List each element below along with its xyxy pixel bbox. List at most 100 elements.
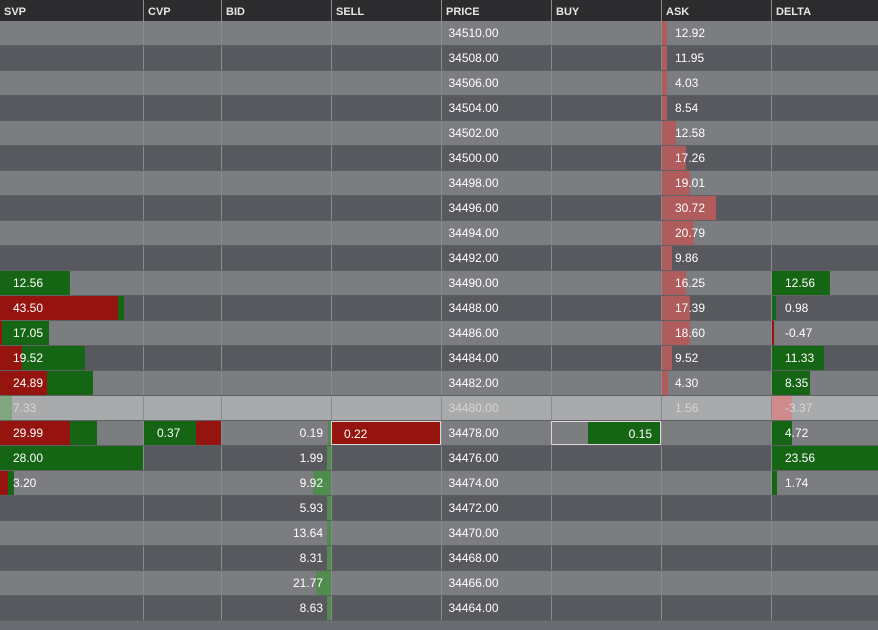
svp-cell[interactable]: 3.20 (0, 471, 143, 495)
cvp-cell[interactable] (143, 471, 221, 495)
ladder-row[interactable]: 34494.00 20.79 (0, 221, 878, 246)
sell-cell[interactable] (331, 96, 441, 120)
sell-cell[interactable] (331, 146, 441, 170)
ask-cell[interactable]: 4.03 (661, 71, 771, 95)
svp-cell[interactable] (0, 221, 143, 245)
bid-cell[interactable]: 13.64 (221, 521, 331, 545)
ladder-row[interactable]: 34506.00 4.03 (0, 71, 878, 96)
ladder-row[interactable]: 28.00 1.99 34476.00 23.56 (0, 446, 878, 471)
sell-cell[interactable] (331, 71, 441, 95)
price-cell[interactable]: 34464.00 (441, 596, 551, 620)
sell-cell[interactable] (331, 546, 441, 570)
buy-cell[interactable] (551, 121, 661, 145)
sell-cell[interactable]: 0.22 (331, 421, 441, 445)
delta-cell[interactable] (771, 596, 878, 620)
delta-cell[interactable]: 0.98 (771, 296, 878, 320)
buy-cell[interactable] (551, 321, 661, 345)
cvp-cell[interactable] (143, 321, 221, 345)
ladder-row[interactable]: 8.31 34468.00 (0, 546, 878, 571)
ask-cell[interactable] (661, 571, 771, 595)
buy-cell[interactable] (551, 21, 661, 45)
svp-cell[interactable]: 28.00 (0, 446, 143, 470)
buy-cell[interactable]: 0.15 (551, 421, 661, 445)
ask-cell[interactable]: 12.58 (661, 121, 771, 145)
buy-cell[interactable] (551, 396, 661, 420)
ask-cell[interactable]: 1.56 (661, 396, 771, 420)
buy-cell[interactable] (551, 346, 661, 370)
delta-cell[interactable]: 1.74 (771, 471, 878, 495)
bid-cell[interactable]: 0.19 (221, 421, 331, 445)
svp-cell[interactable] (0, 546, 143, 570)
cvp-cell[interactable] (143, 446, 221, 470)
ask-cell[interactable] (661, 496, 771, 520)
price-cell[interactable]: 34466.00 (441, 571, 551, 595)
cvp-cell[interactable]: 0.37 (143, 421, 221, 445)
header-ask[interactable]: ASK (661, 0, 771, 22)
delta-cell[interactable]: 23.56 (771, 446, 878, 470)
price-cell[interactable]: 34468.00 (441, 546, 551, 570)
bid-cell[interactable]: 8.31 (221, 546, 331, 570)
price-cell[interactable]: 34478.00 (441, 421, 551, 445)
ladder-row[interactable]: 3.20 9.92 34474.00 1.74 (0, 471, 878, 496)
ask-cell[interactable]: 9.52 (661, 346, 771, 370)
cvp-cell[interactable] (143, 196, 221, 220)
delta-cell[interactable] (771, 571, 878, 595)
cvp-cell[interactable] (143, 396, 221, 420)
buy-cell[interactable] (551, 271, 661, 295)
delta-cell[interactable] (771, 521, 878, 545)
delta-cell[interactable] (771, 196, 878, 220)
ladder-row[interactable]: 34492.00 9.86 (0, 246, 878, 271)
bid-cell[interactable]: 1.99 (221, 446, 331, 470)
ask-cell[interactable]: 4.30 (661, 371, 771, 395)
sell-cell[interactable] (331, 496, 441, 520)
svp-cell[interactable] (0, 246, 143, 270)
buy-cell[interactable] (551, 296, 661, 320)
bid-cell[interactable] (221, 221, 331, 245)
ladder-row[interactable]: 13.64 34470.00 (0, 521, 878, 546)
price-cell[interactable]: 34488.00 (441, 296, 551, 320)
svp-cell[interactable] (0, 121, 143, 145)
cvp-cell[interactable] (143, 296, 221, 320)
price-cell[interactable]: 34508.00 (441, 46, 551, 70)
buy-cell[interactable] (551, 371, 661, 395)
delta-cell[interactable] (771, 71, 878, 95)
buy-cell[interactable] (551, 446, 661, 470)
delta-cell[interactable]: 8.35 (771, 371, 878, 395)
price-cell[interactable]: 34484.00 (441, 346, 551, 370)
bid-cell[interactable]: 9.92 (221, 471, 331, 495)
price-cell[interactable]: 34506.00 (441, 71, 551, 95)
svp-cell[interactable] (0, 596, 143, 620)
ladder-row[interactable]: 34510.00 12.92 (0, 21, 878, 46)
svp-cell[interactable] (0, 146, 143, 170)
sell-cell[interactable] (331, 171, 441, 195)
ladder-row[interactable]: 5.93 34472.00 (0, 496, 878, 521)
sell-cell[interactable] (331, 321, 441, 345)
delta-cell[interactable] (771, 546, 878, 570)
delta-cell[interactable]: 4.72 (771, 421, 878, 445)
header-sell[interactable]: SELL (331, 0, 441, 22)
svp-cell[interactable]: 24.89 (0, 371, 143, 395)
price-cell[interactable]: 34470.00 (441, 521, 551, 545)
cvp-cell[interactable] (143, 221, 221, 245)
bid-cell[interactable]: 8.63 (221, 596, 331, 620)
ladder-row[interactable]: 12.56 34490.00 16.25 12.56 (0, 271, 878, 296)
svp-cell[interactable] (0, 171, 143, 195)
bid-cell[interactable] (221, 246, 331, 270)
sell-cell[interactable] (331, 21, 441, 45)
cvp-cell[interactable] (143, 121, 221, 145)
cvp-cell[interactable] (143, 496, 221, 520)
bid-cell[interactable] (221, 271, 331, 295)
delta-cell[interactable] (771, 221, 878, 245)
price-cell[interactable]: 34490.00 (441, 271, 551, 295)
ladder-row[interactable]: 24.89 34482.00 4.30 8.35 (0, 371, 878, 396)
delta-cell[interactable] (771, 96, 878, 120)
buy-cell[interactable] (551, 221, 661, 245)
cvp-cell[interactable] (143, 21, 221, 45)
cvp-cell[interactable] (143, 546, 221, 570)
buy-cell[interactable] (551, 71, 661, 95)
ask-cell[interactable]: 17.26 (661, 146, 771, 170)
delta-cell[interactable] (771, 21, 878, 45)
ladder-row[interactable]: 29.99 0.37 0.19 0.22 34478.00 0.15 4.72 (0, 421, 878, 446)
sell-cell[interactable] (331, 46, 441, 70)
price-cell[interactable]: 34500.00 (441, 146, 551, 170)
